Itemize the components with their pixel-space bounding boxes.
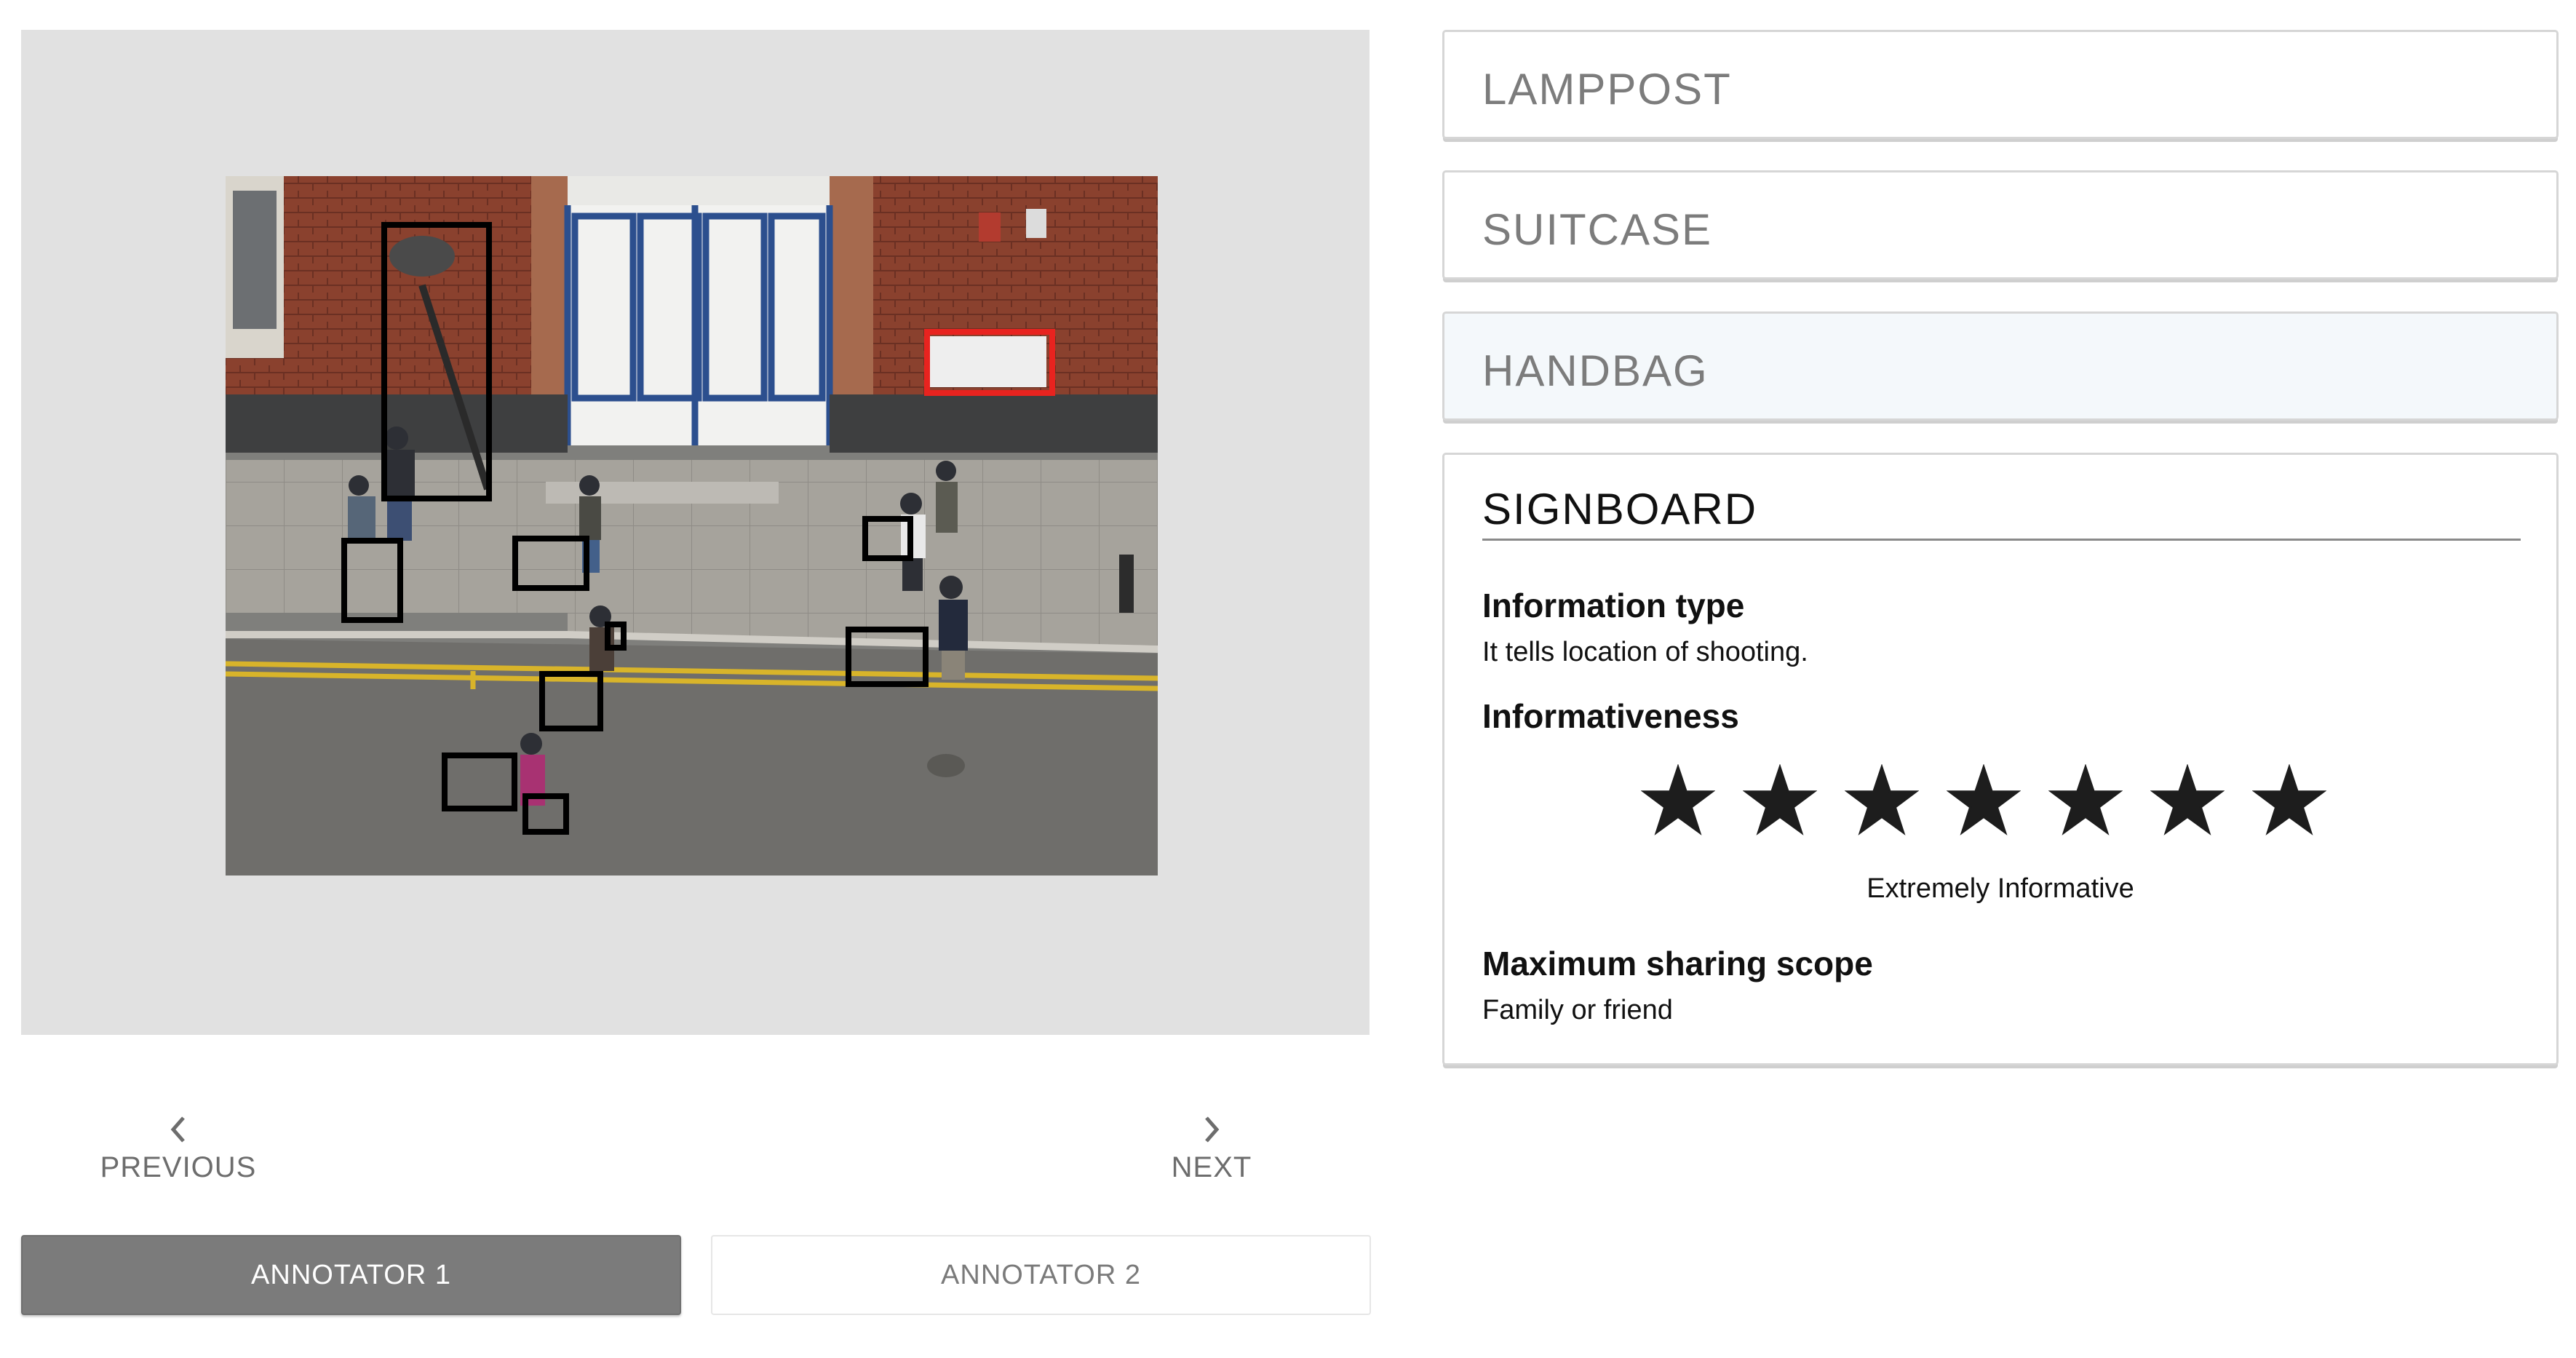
object-item-suitcase[interactable]: SUITCASE (1442, 170, 2559, 279)
previous-button[interactable]: PREVIOUS (86, 1113, 271, 1184)
previous-label: PREVIOUS (100, 1151, 257, 1183)
tab-annotator-1-label: ANNOTATOR 1 (251, 1259, 451, 1290)
tab-annotator-1[interactable]: ANNOTATOR 1 (21, 1235, 681, 1315)
next-label: NEXT (1171, 1151, 1252, 1183)
signboard-box[interactable] (924, 329, 1055, 396)
informativeness-rating-text: Extremely Informative (1867, 873, 2134, 904)
title-divider (1482, 539, 2521, 541)
star-icon[interactable] (2150, 763, 2225, 838)
suitcase-box-1[interactable] (341, 538, 403, 623)
informativeness-rating[interactable] (1640, 763, 2369, 844)
object-title-handbag: HANDBAG (1482, 346, 1709, 395)
object-title-suitcase: SUITCASE (1482, 205, 1713, 254)
chevron-right-icon (1121, 1113, 1303, 1151)
info-type-value: It tells location of shooting. (1482, 637, 1808, 667)
suitcase-box-3[interactable] (846, 627, 929, 687)
handbag-box-4[interactable] (522, 793, 569, 835)
star-icon[interactable] (2251, 763, 2327, 838)
star-icon[interactable] (1844, 763, 1920, 838)
star-icon[interactable] (2048, 763, 2123, 838)
chevron-left-icon (86, 1113, 271, 1151)
object-title-signboard: SIGNBOARD (1482, 485, 1758, 533)
handbag-box-1[interactable] (512, 536, 589, 591)
star-icon[interactable] (1640, 763, 1716, 838)
handbag-box-3[interactable] (862, 516, 913, 561)
suitcase-box-4[interactable] (442, 753, 517, 811)
image-viewer (21, 30, 1370, 1035)
suitcase-box-2[interactable] (539, 671, 603, 731)
object-item-signboard[interactable]: SIGNBOARD Information type It tells loca… (1442, 453, 2559, 1065)
object-title-lamppost: LAMPPOST (1482, 65, 1732, 114)
tab-annotator-2[interactable]: ANNOTATOR 2 (711, 1235, 1371, 1315)
informativeness-label: Informativeness (1482, 697, 1739, 735)
lamppost-box[interactable] (381, 222, 492, 501)
object-item-handbag[interactable]: HANDBAG (1442, 311, 2559, 421)
sharing-scope-label: Maximum sharing scope (1482, 945, 1873, 982)
star-icon[interactable] (1946, 763, 2022, 838)
info-type-label: Information type (1482, 587, 1745, 624)
handbag-box-2[interactable] (605, 622, 627, 651)
object-item-lamppost[interactable]: LAMPPOST (1442, 30, 2559, 139)
next-button[interactable]: NEXT (1121, 1113, 1303, 1184)
tab-annotator-2-label: ANNOTATOR 2 (941, 1259, 1141, 1290)
sharing-scope-value: Family or friend (1482, 995, 1673, 1025)
star-icon[interactable] (1742, 763, 1818, 838)
street-scene-image (226, 176, 1158, 875)
annotated-photo (226, 176, 1158, 875)
